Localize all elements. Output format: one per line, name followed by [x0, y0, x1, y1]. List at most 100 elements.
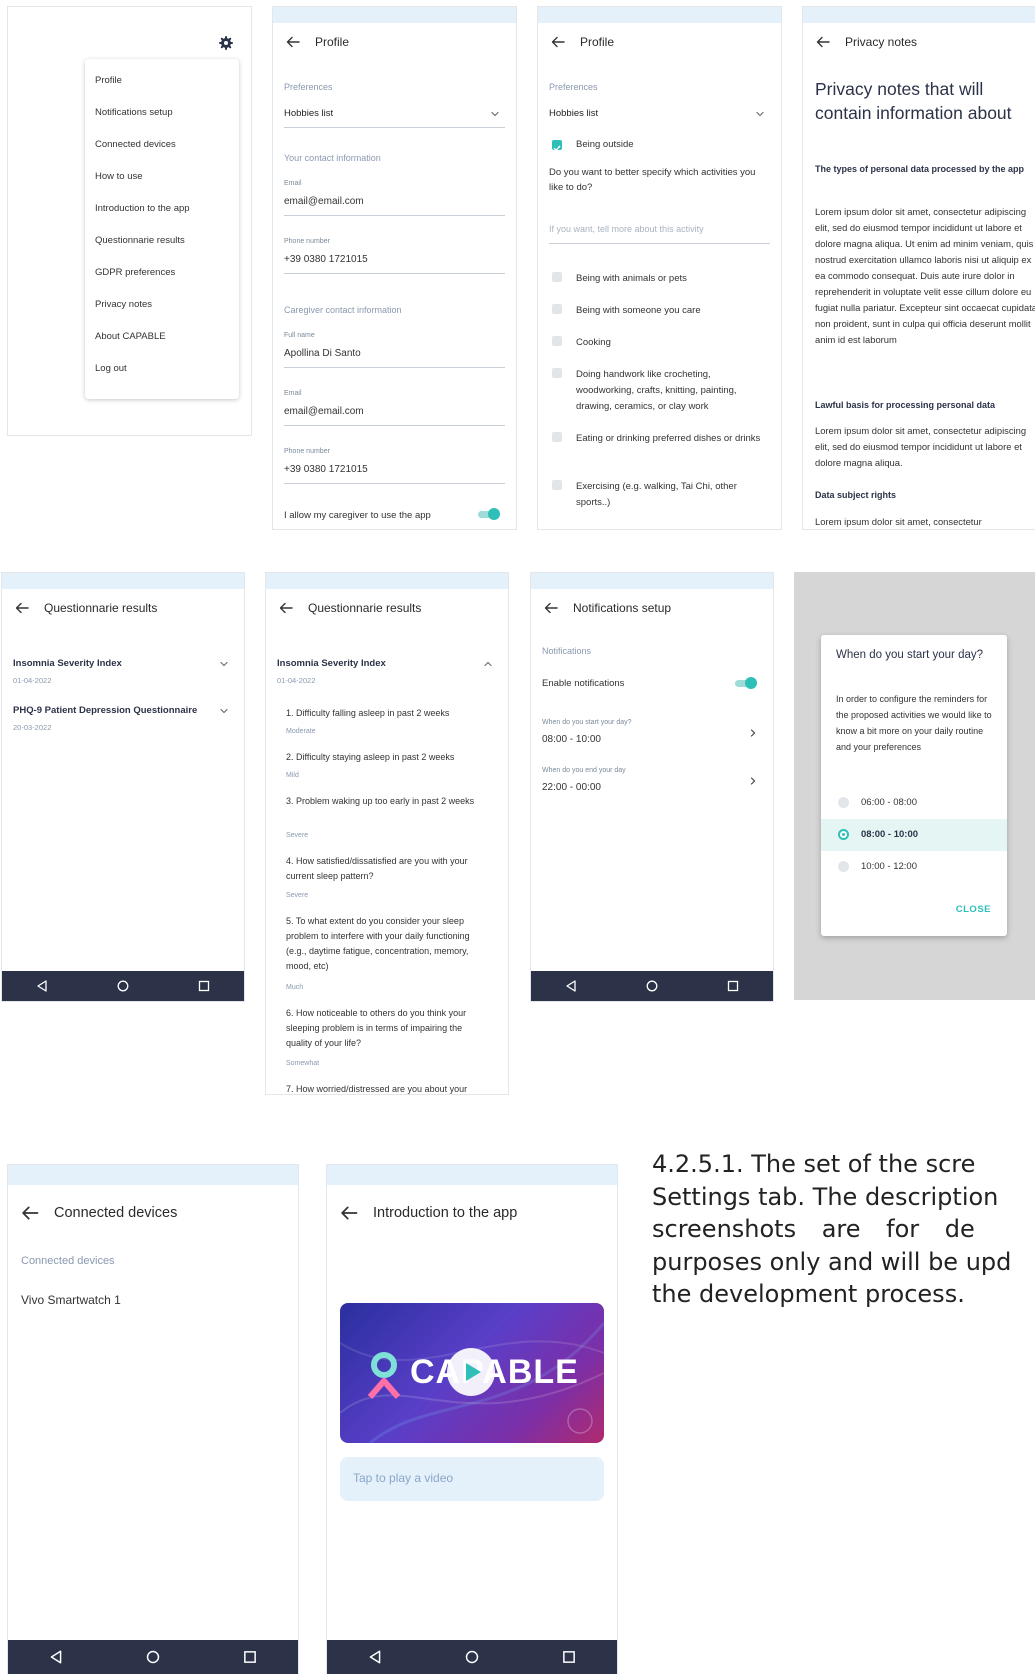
option-label: 08:00 - 10:00: [861, 829, 919, 840]
hobbies-list-dropdown[interactable]: Hobbies list: [549, 108, 598, 119]
section-body: Lorem ipsum dolor sit amet, consectetur …: [815, 206, 1035, 345]
back-arrow-icon[interactable]: [20, 1203, 40, 1223]
enable-notifications-toggle[interactable]: [735, 677, 757, 689]
gear-icon[interactable]: [218, 35, 234, 51]
section-title: Lawful basis for processing personal dat…: [815, 400, 996, 410]
questionnaire-item[interactable]: Insomnia Severity Index: [277, 658, 386, 669]
back-arrow-icon[interactable]: [815, 34, 831, 50]
phone-label: Phone number: [284, 238, 330, 245]
caregiver-phone-field[interactable]: +39 0380 1721015: [284, 464, 368, 475]
caption-line: purposes only and will be upd: [652, 1247, 1012, 1276]
checkbox-handwork[interactable]: [552, 368, 562, 378]
devices-section-label: Connected devices: [21, 1255, 115, 1267]
profile-contact-screen: Profile Preferences Hobbies list Your co…: [272, 6, 517, 530]
email-field[interactable]: email@email.com: [284, 196, 364, 207]
section-title: Data subject rights: [815, 490, 897, 500]
menu-item-profile[interactable]: Profile: [95, 75, 122, 86]
checkbox-someone[interactable]: [552, 304, 562, 314]
back-arrow-icon[interactable]: [278, 600, 294, 616]
specify-question: Do you want to better specify which acti…: [549, 167, 756, 193]
play-button[interactable]: [447, 1348, 495, 1396]
fullname-field[interactable]: Apollina Di Santo: [284, 348, 361, 359]
question-text: 2. Difficulty staying asleep in past 2 w…: [286, 752, 455, 762]
nav-recent-icon[interactable]: [561, 1649, 577, 1665]
contact-section-label: Your contact information: [284, 153, 381, 163]
hobbies-list-dropdown[interactable]: Hobbies list: [284, 108, 333, 119]
notifications-setup-screen: Notifications setup Notifications Enable…: [530, 572, 774, 1002]
nav-home-icon[interactable]: [145, 1649, 161, 1665]
connected-devices-screen: Connected devices Connected devices Vivo…: [7, 1164, 299, 1674]
allow-caregiver-label: I allow my caregiver to use the app: [284, 510, 431, 521]
video-player[interactable]: CAPABLE: [340, 1303, 604, 1443]
checkbox-exercising[interactable]: [552, 480, 562, 490]
android-nav-bar: [2, 971, 244, 1001]
preferences-section-label: Preferences: [284, 82, 333, 92]
being-outside-label: Being outside: [576, 139, 634, 150]
phone-field[interactable]: +39 0380 1721015: [284, 254, 368, 265]
radio-option[interactable]: [838, 797, 849, 808]
back-arrow-icon[interactable]: [543, 600, 559, 616]
privacy-notes-screen: Privacy notes Privacy notes that will co…: [802, 6, 1035, 530]
chevron-up-icon[interactable]: [483, 659, 493, 669]
nav-recent-icon[interactable]: [726, 979, 740, 993]
question-text: 6. How noticeable to others do you think…: [286, 1008, 467, 1048]
tell-more-input[interactable]: If you want, tell more about this activi…: [549, 224, 704, 234]
capable-logo-icon: [367, 1352, 401, 1399]
end-day-value[interactable]: 22:00 - 00:00: [542, 782, 601, 793]
checkbox-cooking[interactable]: [552, 336, 562, 346]
caregiver-email-label: Email: [284, 390, 302, 397]
checkbox-animals[interactable]: [552, 272, 562, 282]
nav-back-icon[interactable]: [564, 979, 578, 993]
caregiver-email-field[interactable]: email@email.com: [284, 406, 364, 417]
profile-hobbies-screen: Profile Preferences Hobbies list Being o…: [537, 6, 782, 530]
option-label: 10:00 - 12:00: [861, 861, 917, 872]
page-title: Questionnarie results: [44, 601, 158, 615]
tap-to-play-bar[interactable]: Tap to play a video: [340, 1457, 604, 1501]
menu-item-questionnaire-results[interactable]: Questionnarie results: [95, 235, 185, 246]
answer-text: Much: [286, 984, 304, 991]
nav-back-icon[interactable]: [48, 1649, 64, 1665]
radio-option[interactable]: [838, 861, 849, 872]
chevron-down-icon[interactable]: [219, 659, 229, 669]
checkbox-being-outside[interactable]: [552, 140, 562, 152]
back-arrow-icon[interactable]: [14, 600, 30, 616]
menu-item-log-out[interactable]: Log out: [95, 363, 127, 374]
chevron-down-icon[interactable]: [755, 109, 765, 119]
start-day-value[interactable]: 08:00 - 10:00: [542, 734, 601, 745]
chevron-down-icon[interactable]: [219, 706, 229, 716]
back-arrow-icon[interactable]: [550, 34, 566, 50]
radio-option-selected[interactable]: [838, 829, 849, 840]
questionnaire-item[interactable]: PHQ-9 Patient Depression Questionnaire: [13, 705, 197, 716]
close-button[interactable]: CLOSE: [956, 904, 991, 915]
menu-item-privacy-notes[interactable]: Privacy notes: [95, 299, 152, 310]
menu-item-about[interactable]: About CAPABLE: [95, 331, 166, 342]
check-icon: [553, 145, 561, 152]
back-arrow-icon[interactable]: [339, 1203, 359, 1223]
nav-back-icon[interactable]: [35, 979, 49, 993]
chevron-right-icon[interactable]: [748, 776, 758, 786]
allow-caregiver-toggle[interactable]: [478, 508, 500, 520]
nav-recent-icon[interactable]: [242, 1649, 258, 1665]
back-arrow-icon[interactable]: [285, 34, 301, 50]
play-icon: [466, 1363, 481, 1381]
menu-item-notifications-setup[interactable]: Notifications setup: [95, 107, 173, 118]
nav-home-icon[interactable]: [464, 1649, 480, 1665]
questionnaire-item[interactable]: Insomnia Severity Index: [13, 658, 122, 669]
end-day-label: When do you end your day: [542, 767, 626, 774]
chevron-down-icon[interactable]: [490, 109, 500, 119]
caption-line: 4.2.5.1. The set of the scre: [652, 1150, 976, 1178]
device-item[interactable]: Vivo Smartwatch 1: [21, 1293, 121, 1307]
menu-item-introduction[interactable]: Introduction to the app: [95, 203, 190, 214]
menu-item-connected-devices[interactable]: Connected devices: [95, 139, 176, 150]
notifications-section-label: Notifications: [542, 646, 592, 656]
nav-back-icon[interactable]: [367, 1649, 383, 1665]
menu-item-how-to-use[interactable]: How to use: [95, 171, 143, 182]
chevron-right-icon[interactable]: [748, 728, 758, 738]
checkbox-eating[interactable]: [552, 432, 562, 442]
option-label: 06:00 - 08:00: [861, 797, 917, 808]
menu-item-gdpr-preferences[interactable]: GDPR preferences: [95, 267, 175, 278]
nav-recent-icon[interactable]: [197, 979, 211, 993]
enable-notifications-label: Enable notifications: [542, 678, 625, 689]
nav-home-icon[interactable]: [116, 979, 130, 993]
nav-home-icon[interactable]: [645, 979, 659, 993]
